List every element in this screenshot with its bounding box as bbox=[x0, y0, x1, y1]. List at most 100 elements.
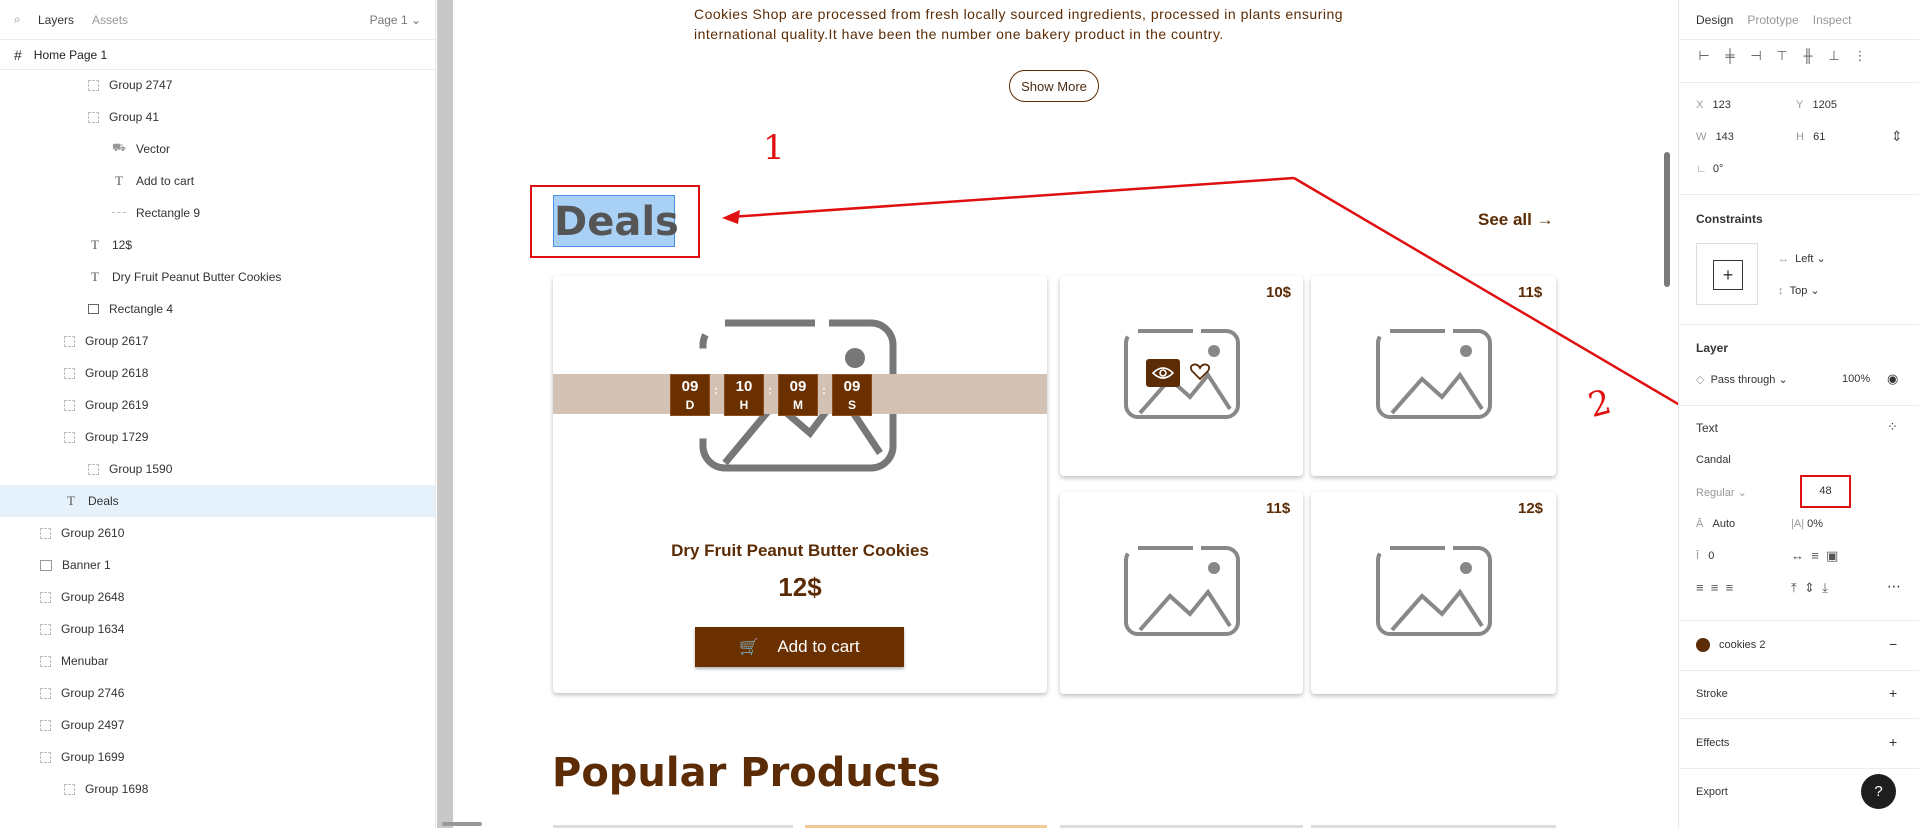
heart-icon[interactable] bbox=[1190, 363, 1210, 381]
align-bottom-icon[interactable]: ⊥ bbox=[1826, 48, 1842, 64]
layer-item[interactable]: Menubar bbox=[0, 645, 435, 677]
export-title: Export bbox=[1696, 786, 1728, 798]
image-placeholder-icon bbox=[1376, 329, 1492, 419]
line-height-field[interactable]: Ā Auto bbox=[1696, 518, 1735, 530]
align-top-icon[interactable]: ⊤ bbox=[1774, 48, 1790, 64]
layer-item[interactable]: Group 41 bbox=[0, 101, 435, 133]
tab-design[interactable]: Design bbox=[1696, 13, 1733, 27]
layer-item-label: Dry Fruit Peanut Butter Cookies bbox=[112, 270, 282, 284]
constraint-horizontal[interactable]: ↔ Left ⌄ bbox=[1778, 252, 1826, 265]
layer-item-label: Vector bbox=[136, 142, 171, 156]
add-effect-icon[interactable]: + bbox=[1889, 734, 1897, 750]
letter-spacing-field[interactable]: |A| 0% bbox=[1791, 518, 1823, 530]
layer-item[interactable]: Banner 1 bbox=[0, 549, 435, 581]
group-icon bbox=[88, 79, 99, 91]
x-label: X bbox=[1696, 99, 1704, 111]
layer-item[interactable]: ⛟ Vector bbox=[0, 133, 435, 165]
page-selector[interactable]: Page 1 ⌄ bbox=[370, 13, 421, 27]
line-height-icon: Ā bbox=[1696, 518, 1704, 530]
add-to-cart-button[interactable]: 🛒 Add to cart bbox=[695, 627, 904, 667]
tab-inspect[interactable]: Inspect bbox=[1813, 13, 1852, 27]
layer-item[interactable]: Group 1729 bbox=[0, 421, 435, 453]
align-center-h-icon[interactable]: ╪ bbox=[1722, 48, 1738, 64]
layer-item[interactable]: Rectangle 4 bbox=[0, 293, 435, 325]
group-icon bbox=[40, 527, 51, 539]
align-center-v-icon[interactable]: ╫ bbox=[1800, 48, 1816, 64]
layer-item[interactable]: Group 2497 bbox=[0, 709, 435, 741]
layers-panel-tabs: ⌕ Layers Assets Page 1 ⌄ bbox=[0, 0, 435, 40]
w-value: 143 bbox=[1715, 131, 1734, 143]
layer-item[interactable]: Group 2610 bbox=[0, 517, 435, 549]
layer-item[interactable]: T Add to cart bbox=[0, 165, 435, 197]
show-more-button[interactable]: Show More bbox=[1009, 70, 1099, 102]
layer-item[interactable]: Group 1699 bbox=[0, 741, 435, 773]
layer-item[interactable]: T Deals bbox=[0, 485, 435, 517]
constraints-widget[interactable]: + bbox=[1696, 243, 1758, 305]
canvas-horizontal-scrollbar[interactable] bbox=[442, 822, 482, 826]
text-styles-icon[interactable]: ⁘ bbox=[1887, 419, 1898, 435]
divider bbox=[1679, 768, 1919, 769]
tab-assets[interactable]: Assets bbox=[92, 13, 128, 27]
layer-item[interactable]: Group 2746 bbox=[0, 677, 435, 709]
distribute-icon[interactable]: ⋮ bbox=[1852, 48, 1868, 64]
paragraph-spacing-field[interactable]: Ī 0 bbox=[1696, 550, 1714, 562]
deals-title[interactable]: Deals bbox=[553, 195, 679, 247]
layer-item[interactable]: Group 2619 bbox=[0, 389, 435, 421]
countdown-minutes: 09 M bbox=[778, 374, 818, 416]
align-left-icon[interactable]: ⊢ bbox=[1696, 48, 1712, 64]
popular-products-title[interactable]: Popular Products bbox=[552, 750, 941, 796]
layer-item[interactable]: Group 2648 bbox=[0, 581, 435, 613]
add-stroke-icon[interactable]: + bbox=[1889, 685, 1897, 701]
layer-item[interactable]: Group 1698 bbox=[0, 773, 435, 805]
align-right-icon[interactable]: ⊣ bbox=[1748, 48, 1764, 64]
countdown-seconds: 09 S bbox=[832, 374, 872, 416]
vertical-constraint-icon: ↕ bbox=[1778, 285, 1784, 297]
layer-item[interactable]: Group 1590 bbox=[0, 453, 435, 485]
w-field[interactable]: W 143 bbox=[1696, 131, 1734, 143]
page-row[interactable]: # Home Page 1 bbox=[0, 40, 435, 70]
text-resize-icons[interactable]: ↔ ≡ ▣ bbox=[1791, 548, 1838, 564]
tab-prototype[interactable]: Prototype bbox=[1747, 13, 1798, 27]
layer-item[interactable]: Group 2747 bbox=[0, 69, 435, 101]
y-field[interactable]: Y 1205 bbox=[1796, 99, 1837, 111]
fill-color-swatch[interactable] bbox=[1696, 638, 1710, 652]
more-options-icon[interactable]: ⋯ bbox=[1887, 578, 1901, 595]
countdown-separator: : bbox=[822, 383, 826, 397]
font-family-select[interactable]: Candal bbox=[1696, 454, 1731, 466]
text-align-icons[interactable]: ≡ ≡ ≡ bbox=[1696, 580, 1733, 595]
fill-style-name[interactable]: cookies 2 bbox=[1719, 639, 1765, 651]
help-button[interactable]: ? bbox=[1861, 774, 1896, 809]
letter-spacing-icon: |A| bbox=[1791, 518, 1805, 530]
layer-item[interactable]: Group 2618 bbox=[0, 357, 435, 389]
rotation-field[interactable]: ∟ 0° bbox=[1696, 163, 1723, 175]
search-icon[interactable]: ⌕ bbox=[14, 12, 28, 27]
layer-item[interactable]: T Dry Fruit Peanut Butter Cookies bbox=[0, 261, 435, 293]
font-size-field[interactable]: 48 bbox=[1800, 475, 1851, 508]
blend-mode-select[interactable]: ◇ Pass through ⌄ bbox=[1696, 373, 1788, 386]
see-all-link[interactable]: See all → bbox=[1478, 210, 1554, 230]
group-icon bbox=[88, 463, 99, 475]
countdown-hours-value: 10 bbox=[735, 378, 753, 395]
quick-view-button[interactable] bbox=[1146, 359, 1180, 387]
text-icon: T bbox=[91, 269, 99, 284]
layer-item[interactable]: Group 1634 bbox=[0, 613, 435, 645]
group-icon bbox=[64, 431, 75, 443]
layer-item[interactable]: Rectangle 9 bbox=[0, 197, 435, 229]
visibility-eye-icon[interactable]: ◉ bbox=[1887, 371, 1898, 387]
vertical-align-icons[interactable]: ⤒ ⇕ ⤓ bbox=[1791, 580, 1828, 596]
h-field[interactable]: H 61 bbox=[1796, 131, 1825, 143]
tab-layers[interactable]: Layers bbox=[38, 13, 74, 27]
x-field[interactable]: X 123 bbox=[1696, 99, 1731, 111]
layer-item-label: Group 2747 bbox=[109, 78, 173, 92]
layer-item[interactable]: T 12$ bbox=[0, 229, 435, 261]
layer-item[interactable]: Group 2617 bbox=[0, 325, 435, 357]
constrain-proportions-icon[interactable]: ⇕ bbox=[1891, 128, 1903, 145]
constraint-vertical[interactable]: ↕ Top ⌄ bbox=[1778, 284, 1820, 297]
remove-fill-icon[interactable]: − bbox=[1889, 636, 1897, 652]
opacity-field[interactable]: 100% bbox=[1842, 373, 1870, 385]
countdown-minutes-value: 09 bbox=[789, 378, 807, 395]
line-height-value: Auto bbox=[1712, 518, 1736, 530]
canvas-vertical-scrollbar[interactable] bbox=[1664, 152, 1670, 287]
font-weight-select[interactable]: Regular ⌄ bbox=[1696, 486, 1747, 499]
image-placeholder-icon bbox=[1124, 546, 1240, 636]
